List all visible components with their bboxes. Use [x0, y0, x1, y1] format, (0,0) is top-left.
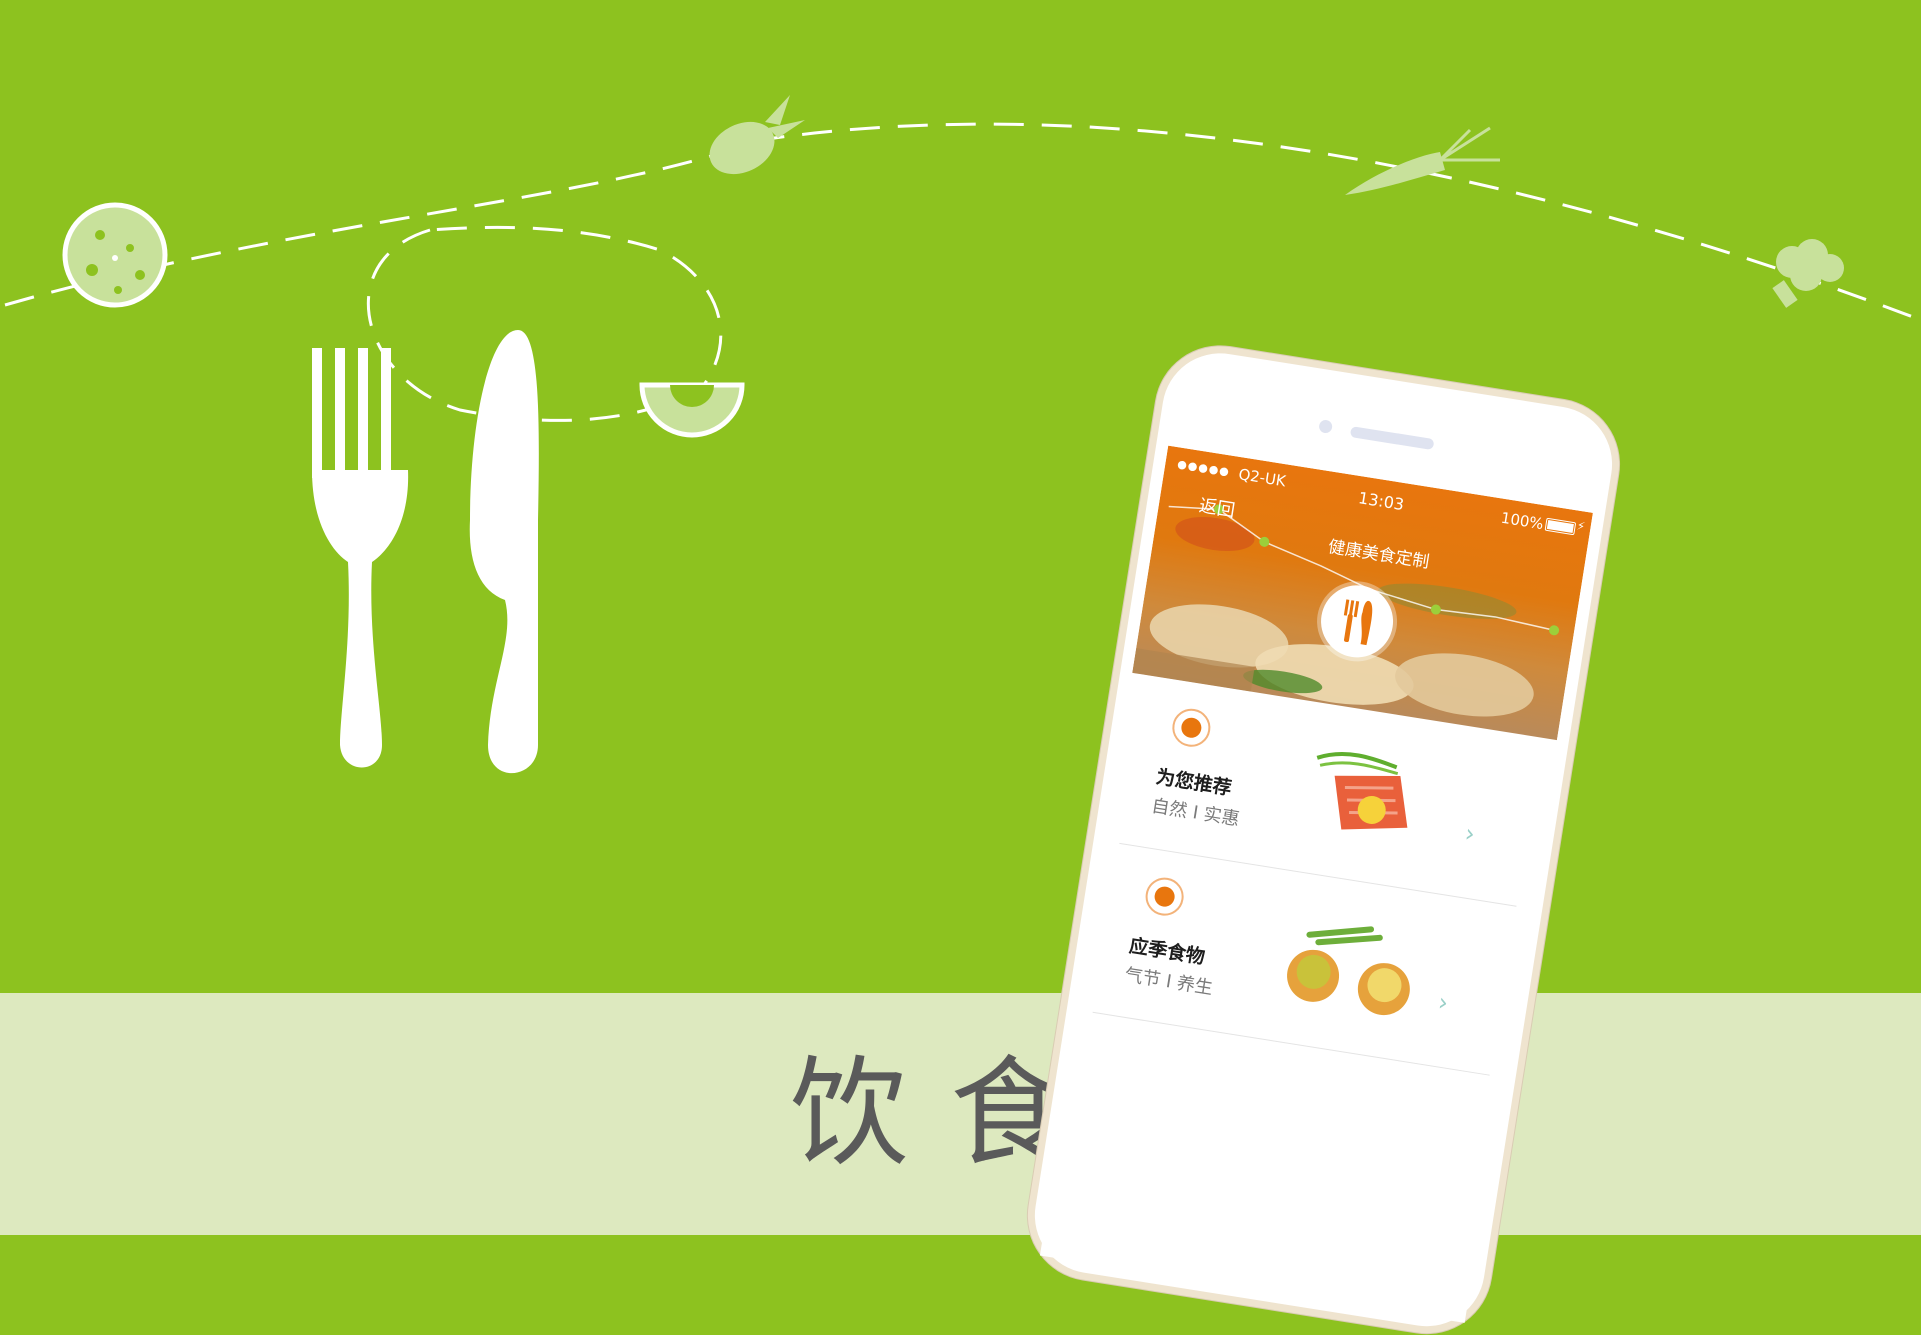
fork-knife-icon [1343, 599, 1373, 646]
cutlery-badge [1315, 580, 1399, 663]
seasonal-icon [1142, 874, 1187, 919]
dashed-path-arc [4, 122, 1921, 322]
knife-icon [469, 330, 539, 774]
radish-icon [709, 95, 805, 175]
fork-icon [312, 348, 409, 768]
phone-camera [1318, 419, 1334, 434]
broccoli-icon [1772, 239, 1844, 308]
hero-background [0, 0, 1921, 993]
phone-speaker [1349, 426, 1435, 451]
decorative-illustration [4, 95, 1921, 774]
section-list: 为您推荐 自然 I 实惠 › 应季食物 气节 I 养生 › [1079, 673, 1557, 1078]
back-button[interactable]: 返回 [1197, 491, 1237, 522]
recommend-icon [1169, 706, 1214, 750]
chevron-right-icon: › [1463, 819, 1477, 849]
battery-percent: 100% [1499, 508, 1545, 534]
bread-icon [62, 202, 168, 308]
charging-icon: ⚡ [1575, 518, 1587, 534]
chevron-right-icon: › [1436, 987, 1451, 1018]
tart-dish-image [1287, 926, 1410, 1016]
orange-slice-icon [639, 382, 745, 438]
battery-icon [1544, 517, 1577, 536]
salmon-dish-image [1316, 752, 1408, 830]
